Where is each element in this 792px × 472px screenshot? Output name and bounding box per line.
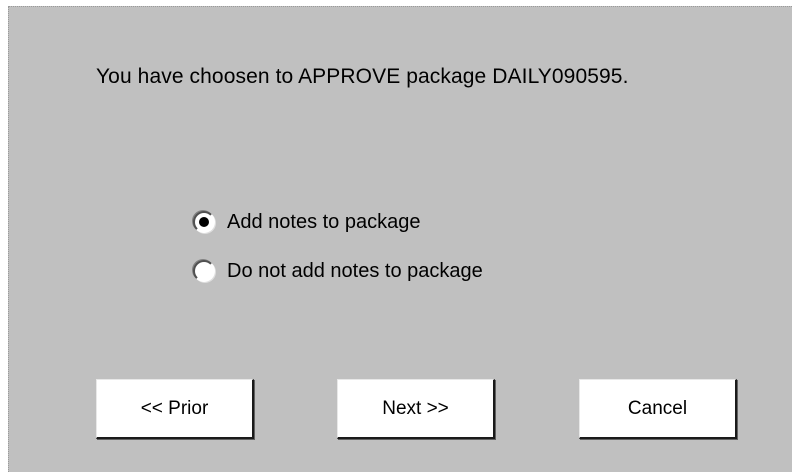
confirmation-message: You have choosen to APPROVE package DAIL… <box>96 65 629 88</box>
radio-selected-icon[interactable] <box>193 211 215 233</box>
radio-add-notes[interactable]: Add notes to package <box>193 208 420 236</box>
prior-button[interactable]: << Prior <box>96 379 254 439</box>
radio-no-notes[interactable]: Do not add notes to package <box>193 257 483 285</box>
radio-add-notes-label: Add notes to package <box>227 210 421 233</box>
radio-unselected-icon[interactable] <box>193 260 215 282</box>
approve-dialog: You have choosen to APPROVE package DAIL… <box>8 6 792 472</box>
radio-no-notes-label: Do not add notes to package <box>227 259 483 282</box>
radio-dot-icon <box>199 217 209 227</box>
cancel-button[interactable]: Cancel <box>579 379 737 439</box>
next-button[interactable]: Next >> <box>337 379 495 439</box>
